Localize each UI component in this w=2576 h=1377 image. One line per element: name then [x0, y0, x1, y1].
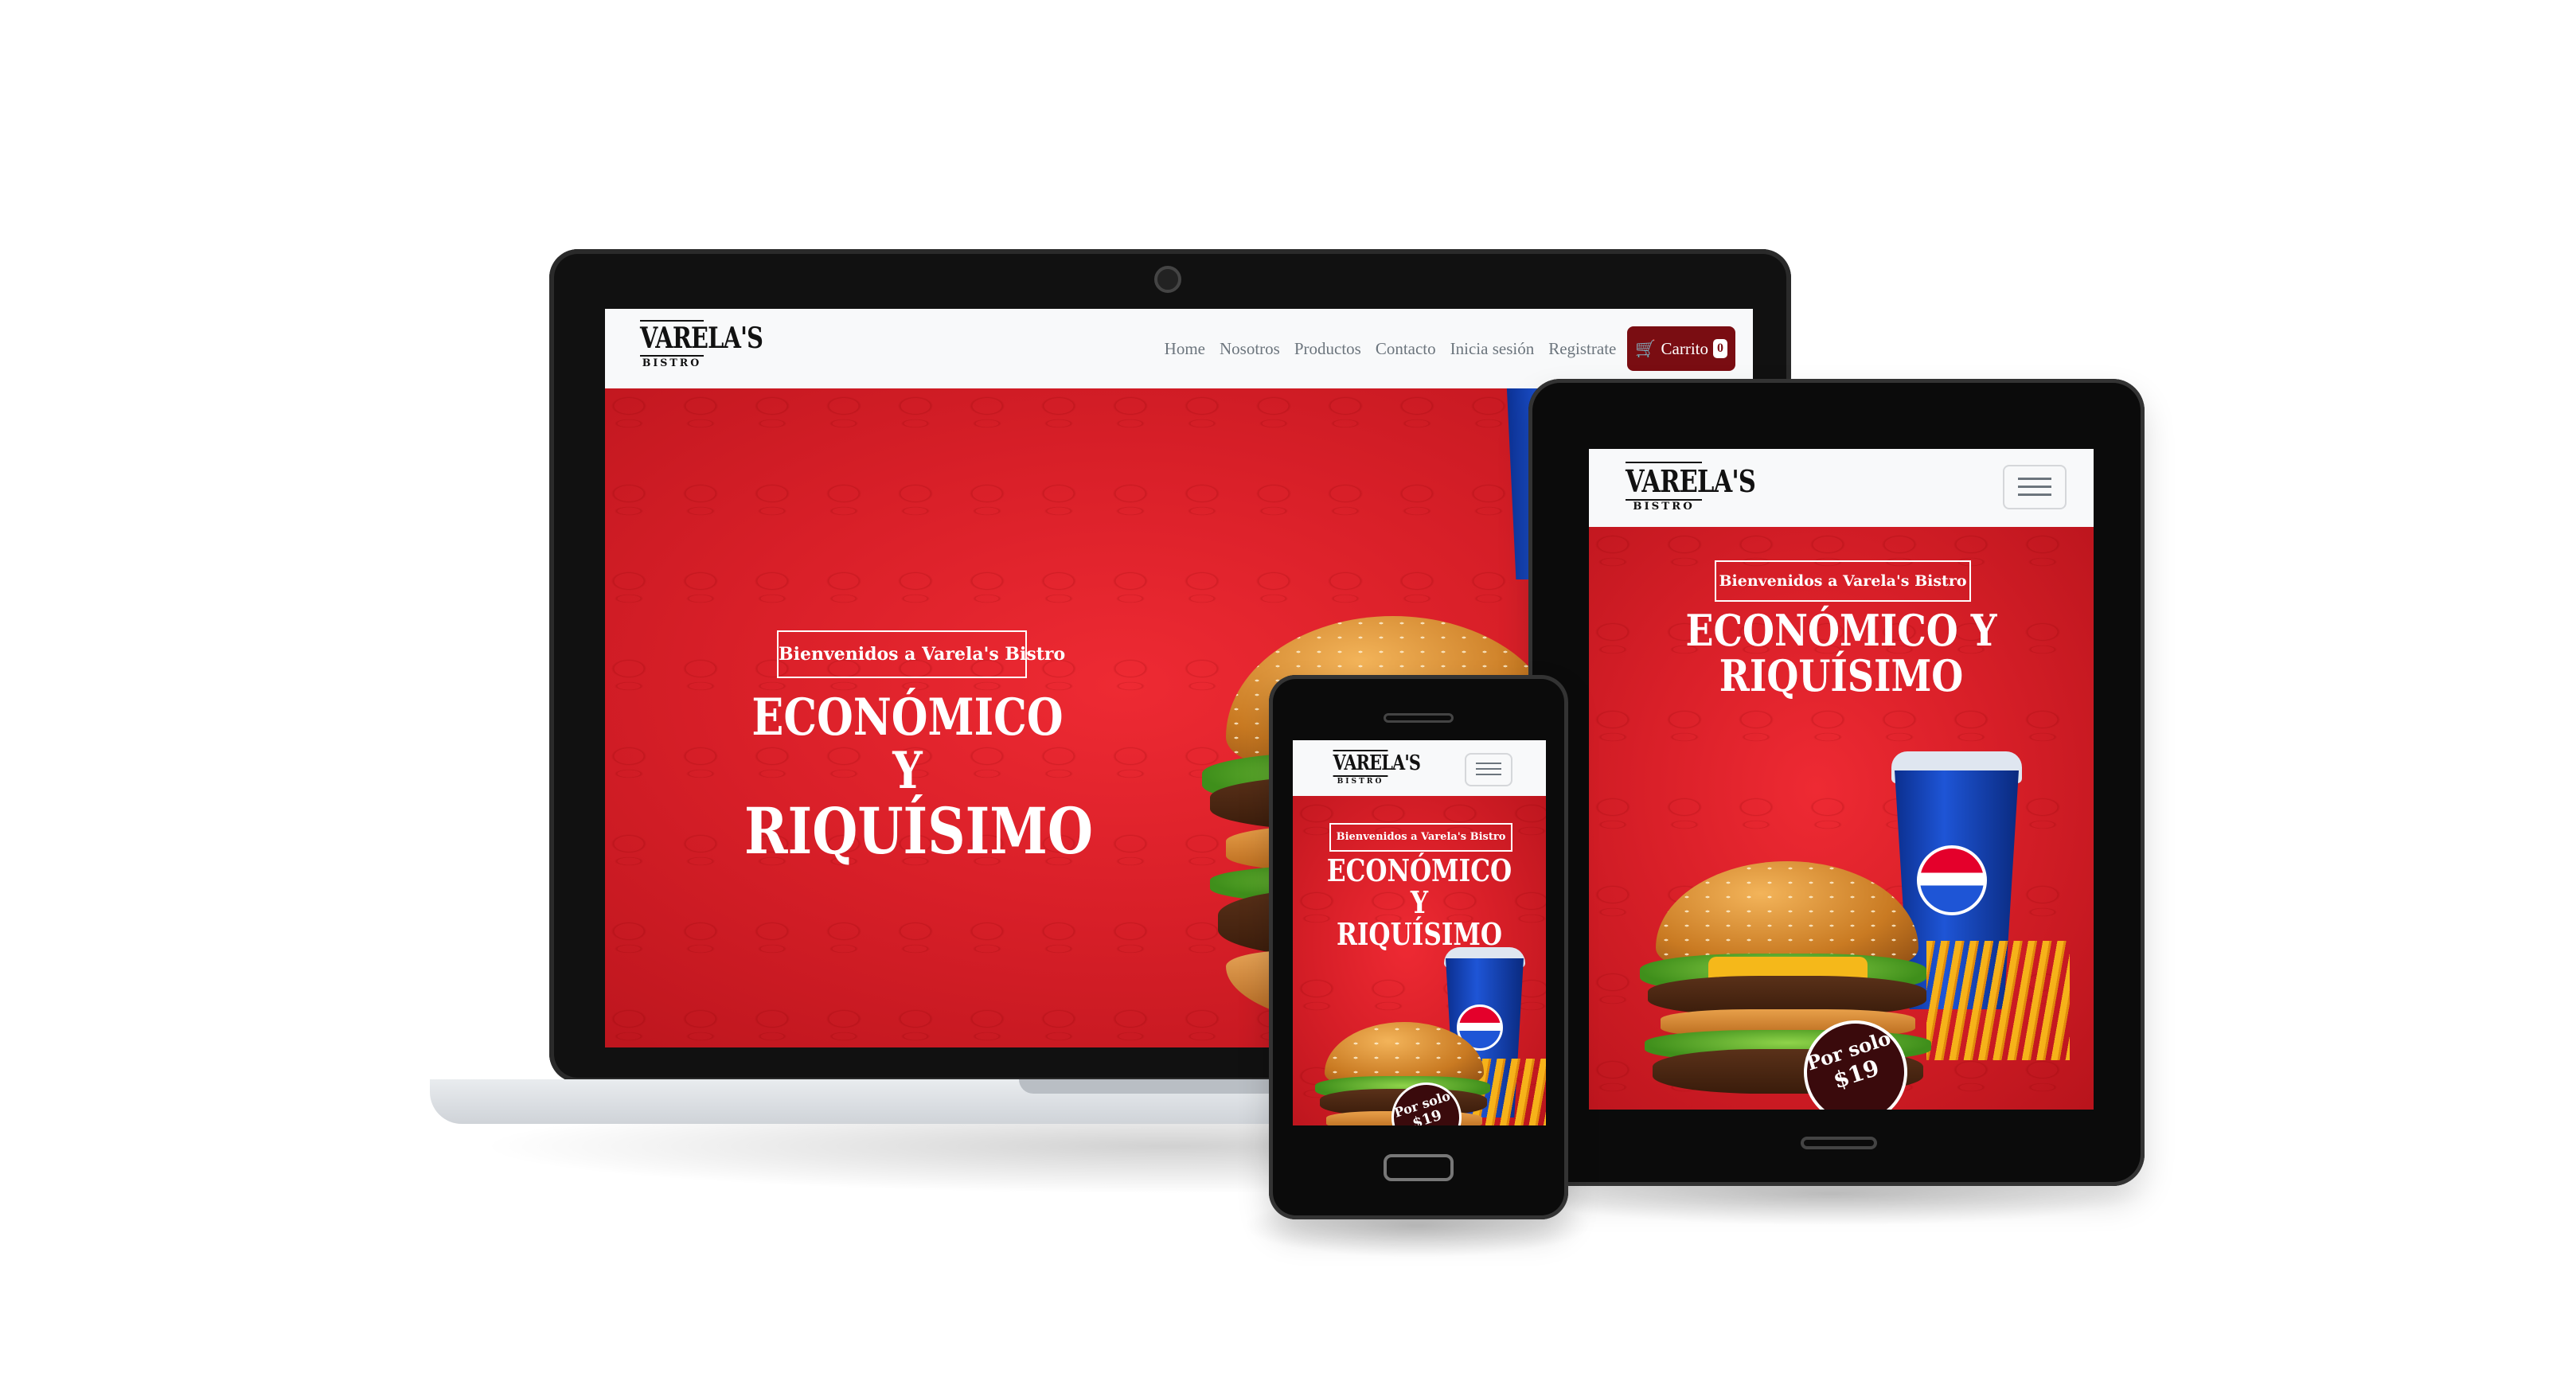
tablet-screen: VARELA'S BISTRO Bienvenidos a Varela's B…: [1589, 449, 2094, 1110]
nav-link-home[interactable]: Home: [1165, 339, 1205, 359]
welcome-badge: Bienvenidos a Varela's Bistro: [1329, 823, 1512, 852]
nav-link-register[interactable]: Registrate: [1548, 339, 1616, 359]
phone-home-button[interactable]: [1384, 1154, 1454, 1181]
navbar: VARELA'S BISTRO Home Nosotros Productos …: [605, 309, 1753, 389]
brand-logo[interactable]: VARELA'S BISTRO: [1326, 750, 1421, 786]
navbar: VARELA'S BISTRO: [1589, 449, 2094, 528]
welcome-badge: Bienvenidos a Varela's Bistro: [1715, 560, 1971, 602]
nav-link-nosotros[interactable]: Nosotros: [1220, 339, 1280, 359]
camera-icon: [1154, 266, 1181, 293]
hero-banner: Bienvenidos a Varela's Bistro ECONÓMICO …: [1293, 796, 1546, 1125]
cart-count-badge: 0: [1713, 339, 1727, 358]
phone-screen: VARELA'S BISTRO Bienvenidos a Varela's B…: [1293, 740, 1546, 1125]
nav-link-productos[interactable]: Productos: [1294, 339, 1361, 359]
nav-link-login[interactable]: Inicia sesión: [1450, 339, 1535, 359]
cart-button[interactable]: 🛒 Carrito 0: [1627, 326, 1735, 371]
tablet-home-button[interactable]: [1801, 1137, 1877, 1149]
hero-headline: ECONÓMICO Y RIQUÍSIMO: [744, 688, 1094, 869]
cart-icon: 🛒: [1635, 338, 1657, 358]
hero-headline: ECONÓMICO Y RIQUÍSIMO: [1685, 605, 1997, 701]
hero-headline: ECONÓMICO Y RIQUÍSIMO: [1326, 852, 1512, 952]
hero-banner: Bienvenidos a Varela's Bistro ECONÓMICO …: [1589, 527, 2094, 1110]
navbar: VARELA'S BISTRO: [1293, 740, 1546, 797]
brand-logo[interactable]: VARELA'S BISTRO: [1616, 462, 1756, 513]
phone-speaker: [1384, 713, 1454, 723]
brand-logo[interactable]: VARELA'S BISTRO: [632, 320, 763, 369]
menu-toggle-button[interactable]: [2003, 465, 2067, 509]
menu-toggle-button[interactable]: [1465, 753, 1512, 786]
nav-link-contacto[interactable]: Contacto: [1376, 339, 1436, 359]
welcome-badge: Bienvenidos a Varela's Bistro: [777, 630, 1065, 678]
nav-links: Home Nosotros Productos Contacto Inicia …: [1150, 325, 1735, 373]
cart-label: Carrito: [1661, 338, 1708, 358]
